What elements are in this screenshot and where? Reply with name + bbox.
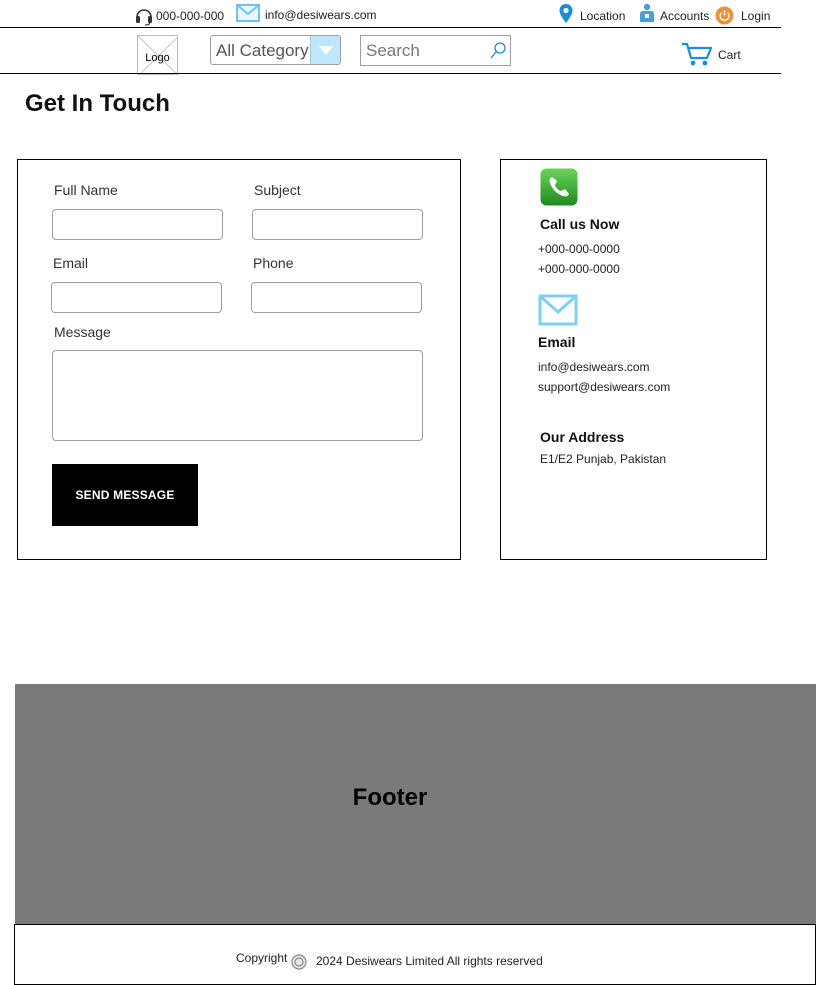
phone-icon: [540, 168, 578, 211]
contact-email-2[interactable]: support@desiwears.com: [538, 380, 670, 394]
phone-label: Phone: [253, 255, 294, 271]
mail-icon[interactable]: [236, 4, 260, 27]
user-icon[interactable]: [639, 3, 655, 28]
header-divider: [0, 73, 781, 74]
copyright-bar: Copyright 2024 Desiwears Limited All rig…: [14, 924, 816, 985]
top-email-link[interactable]: info@desiwears.com: [265, 8, 377, 22]
search-input[interactable]: Search: [360, 35, 511, 66]
accounts-link[interactable]: Accounts: [660, 9, 709, 23]
contact-email-1[interactable]: info@desiwears.com: [538, 360, 650, 374]
full-name-label: Full Name: [54, 182, 118, 198]
call-us-heading: Call us Now: [540, 216, 620, 232]
footer-label: Footer: [352, 784, 428, 811]
email-field[interactable]: [51, 282, 222, 313]
cart-icon[interactable]: [681, 41, 713, 72]
dropdown-arrow-icon[interactable]: [310, 36, 340, 64]
location-link[interactable]: Location: [580, 9, 625, 23]
top-contact-bar: 000-000-000 info@desiwears.com Location …: [0, 0, 781, 27]
address-text: E1/E2 Punjab, Pakistan: [540, 452, 667, 466]
search-placeholder: Search: [366, 41, 420, 60]
subject-label: Subject: [254, 182, 301, 198]
message-label: Message: [54, 324, 111, 340]
subject-field[interactable]: [252, 209, 423, 240]
contact-phone-2: +000-000-0000: [538, 262, 620, 276]
top-divider: [0, 27, 781, 28]
address-heading: Our Address: [540, 429, 625, 445]
full-name-field[interactable]: [52, 209, 223, 240]
location-pin-icon[interactable]: [558, 3, 574, 30]
login-link[interactable]: Login: [741, 9, 770, 23]
email-label: Email: [53, 255, 89, 271]
cart-link[interactable]: Cart: [718, 48, 741, 62]
category-select-value: All Category: [216, 41, 309, 60]
footer: Footer: [15, 684, 816, 925]
contact-phone-1: +000-000-0000: [538, 242, 620, 256]
copyright-text: 2024 Desiwears Limited All rights reserv…: [316, 954, 543, 968]
send-message-button[interactable]: SEND MESSAGE: [52, 464, 198, 526]
category-select[interactable]: All Category: [210, 35, 341, 65]
logo[interactable]: Logo: [137, 35, 178, 75]
copyright-prefix: Copyright: [236, 951, 288, 965]
email-heading: Email: [538, 334, 576, 350]
envelope-icon: [538, 294, 578, 331]
copyright-icon: [291, 954, 307, 975]
message-textarea[interactable]: [52, 350, 423, 441]
top-phone-text: 000-000-000: [156, 9, 225, 23]
phone-field[interactable]: [251, 282, 422, 313]
search-icon[interactable]: [489, 41, 507, 65]
page-title: Get In Touch: [25, 90, 170, 117]
logo-label: Logo: [145, 52, 170, 64]
